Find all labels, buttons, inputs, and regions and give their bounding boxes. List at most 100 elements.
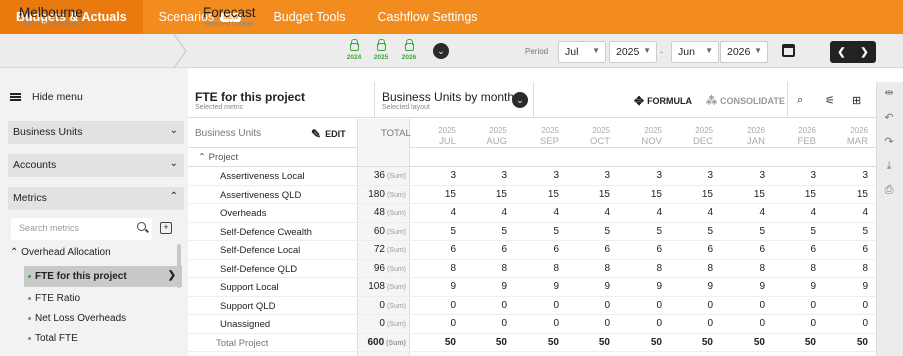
value-cell[interactable]: 5 <box>519 226 559 237</box>
value-cell[interactable]: 3 <box>519 170 559 181</box>
value-cell[interactable]: 3 <box>725 170 765 181</box>
value-cell[interactable]: 0 <box>570 300 610 311</box>
value-cell[interactable]: 8 <box>725 263 765 274</box>
value-cell[interactable]: 50 <box>828 337 868 348</box>
value-cell[interactable]: 3 <box>828 170 868 181</box>
search-icon[interactable]: ⌕ <box>797 94 803 107</box>
value-cell[interactable]: 0 <box>467 300 507 311</box>
value-cell[interactable]: 6 <box>416 244 456 255</box>
value-cell[interactable]: 15 <box>622 189 662 200</box>
redo-icon[interactable]: ↷ <box>881 135 897 148</box>
value-cell[interactable]: 50 <box>725 337 765 348</box>
value-cell[interactable]: 4 <box>519 207 559 218</box>
formula-button[interactable]: ✥ FORMULA <box>634 94 692 108</box>
value-cell[interactable]: 9 <box>570 281 610 292</box>
metric-item-fte-for-this-project[interactable]: FTE for this project ❯ <box>24 266 182 287</box>
value-cell[interactable]: 8 <box>673 263 713 274</box>
value-cell[interactable]: 0 <box>519 300 559 311</box>
value-cell[interactable]: 4 <box>673 207 713 218</box>
value-cell[interactable]: 0 <box>776 300 816 311</box>
value-cell[interactable]: 6 <box>467 244 507 255</box>
add-layout-icon[interactable]: ⊞ <box>852 94 861 107</box>
value-cell[interactable]: 0 <box>467 318 507 329</box>
value-cell[interactable]: 50 <box>416 337 456 348</box>
value-cell[interactable]: 6 <box>673 244 713 255</box>
organisation-selector[interactable]: Melbourne Selected organisation <box>19 5 86 28</box>
value-cell[interactable]: 5 <box>828 226 868 237</box>
value-cell[interactable]: 0 <box>673 318 713 329</box>
value-cell[interactable]: 15 <box>570 189 610 200</box>
value-cell[interactable]: 8 <box>519 263 559 274</box>
to-year-select[interactable]: 2026 ▼ <box>720 41 768 63</box>
search-metrics-input[interactable]: Search metrics <box>11 218 152 240</box>
panel-metrics[interactable]: Metrics ⌃ <box>8 187 184 210</box>
sidebar-scrollbar[interactable] <box>177 244 181 288</box>
metric-item-fte-ratio[interactable]: FTE Ratio <box>28 293 80 304</box>
value-cell[interactable]: 9 <box>467 281 507 292</box>
value-cell[interactable]: 4 <box>725 207 765 218</box>
value-cell[interactable]: 0 <box>622 318 662 329</box>
value-cell[interactable]: 0 <box>570 318 610 329</box>
value-cell[interactable]: 9 <box>776 281 816 292</box>
panel-business-units[interactable]: Business Units ⌄ <box>8 121 184 144</box>
from-year-select[interactable]: 2025 ▼ <box>609 41 657 63</box>
group-label[interactable]: ⌃ Project <box>198 152 238 163</box>
value-cell[interactable]: 15 <box>828 189 868 200</box>
value-cell[interactable]: 0 <box>673 300 713 311</box>
to-month-select[interactable]: Jun ▼ <box>671 41 719 63</box>
settings-sliders-icon[interactable]: ⚟ <box>825 94 835 107</box>
tree-group-overhead-allocation[interactable]: ⌃ Overhead Allocation <box>10 247 111 258</box>
hide-menu-button[interactable]: Hide menu <box>10 91 83 103</box>
value-cell[interactable]: 8 <box>622 263 662 274</box>
value-cell[interactable]: 9 <box>673 281 713 292</box>
value-cell[interactable]: 8 <box>467 263 507 274</box>
layout-dropdown-button[interactable]: ⌄ <box>512 92 528 108</box>
calendar-icon[interactable] <box>782 44 795 57</box>
value-cell[interactable]: 5 <box>467 226 507 237</box>
value-cell[interactable]: 3 <box>416 170 456 181</box>
value-cell[interactable]: 9 <box>725 281 765 292</box>
value-cell[interactable]: 15 <box>416 189 456 200</box>
value-cell[interactable]: 5 <box>673 226 713 237</box>
value-cell[interactable]: 0 <box>519 318 559 329</box>
value-cell[interactable]: 8 <box>570 263 610 274</box>
value-cell[interactable]: 50 <box>776 337 816 348</box>
expand-width-icon[interactable]: ⇹ <box>881 86 897 99</box>
value-cell[interactable]: 9 <box>622 281 662 292</box>
value-cell[interactable]: 5 <box>725 226 765 237</box>
value-cell[interactable]: 9 <box>828 281 868 292</box>
layout-selector[interactable]: Business Units by month <box>382 90 514 104</box>
value-cell[interactable]: 3 <box>570 170 610 181</box>
metric-item-total-fte[interactable]: Total FTE <box>28 333 78 344</box>
undo-icon[interactable]: ↶ <box>881 111 897 124</box>
value-cell[interactable]: 4 <box>467 207 507 218</box>
value-cell[interactable]: 3 <box>622 170 662 181</box>
value-cell[interactable]: 50 <box>622 337 662 348</box>
add-metric-icon[interactable]: + <box>160 222 172 234</box>
value-cell[interactable]: 0 <box>828 318 868 329</box>
value-cell[interactable]: 4 <box>776 207 816 218</box>
tab-budget-tools[interactable]: Budget Tools <box>257 0 361 34</box>
value-cell[interactable]: 3 <box>776 170 816 181</box>
value-cell[interactable]: 0 <box>828 300 868 311</box>
value-cell[interactable]: 50 <box>467 337 507 348</box>
value-cell[interactable]: 0 <box>622 300 662 311</box>
value-cell[interactable]: 15 <box>725 189 765 200</box>
budget-selector[interactable]: Forecast Selected budget <box>203 5 256 28</box>
value-cell[interactable]: 8 <box>828 263 868 274</box>
value-cell[interactable]: 15 <box>519 189 559 200</box>
previous-period-button[interactable]: ❮ <box>830 41 853 63</box>
budget-dropdown-button[interactable]: ⌄ <box>433 43 449 59</box>
tab-cashflow-settings[interactable]: Cashflow Settings <box>361 0 493 34</box>
value-cell[interactable]: 50 <box>673 337 713 348</box>
value-cell[interactable]: 0 <box>416 318 456 329</box>
value-cell[interactable]: 6 <box>622 244 662 255</box>
value-cell[interactable]: 4 <box>416 207 456 218</box>
lock-year-2024[interactable]: 2024 <box>345 39 363 61</box>
value-cell[interactable]: 9 <box>416 281 456 292</box>
print-icon[interactable]: ⎙ <box>881 184 897 197</box>
value-cell[interactable]: 3 <box>467 170 507 181</box>
value-cell[interactable]: 5 <box>622 226 662 237</box>
consolidate-button[interactable]: ⁂ CONSOLIDATE <box>706 94 785 107</box>
value-cell[interactable]: 5 <box>570 226 610 237</box>
